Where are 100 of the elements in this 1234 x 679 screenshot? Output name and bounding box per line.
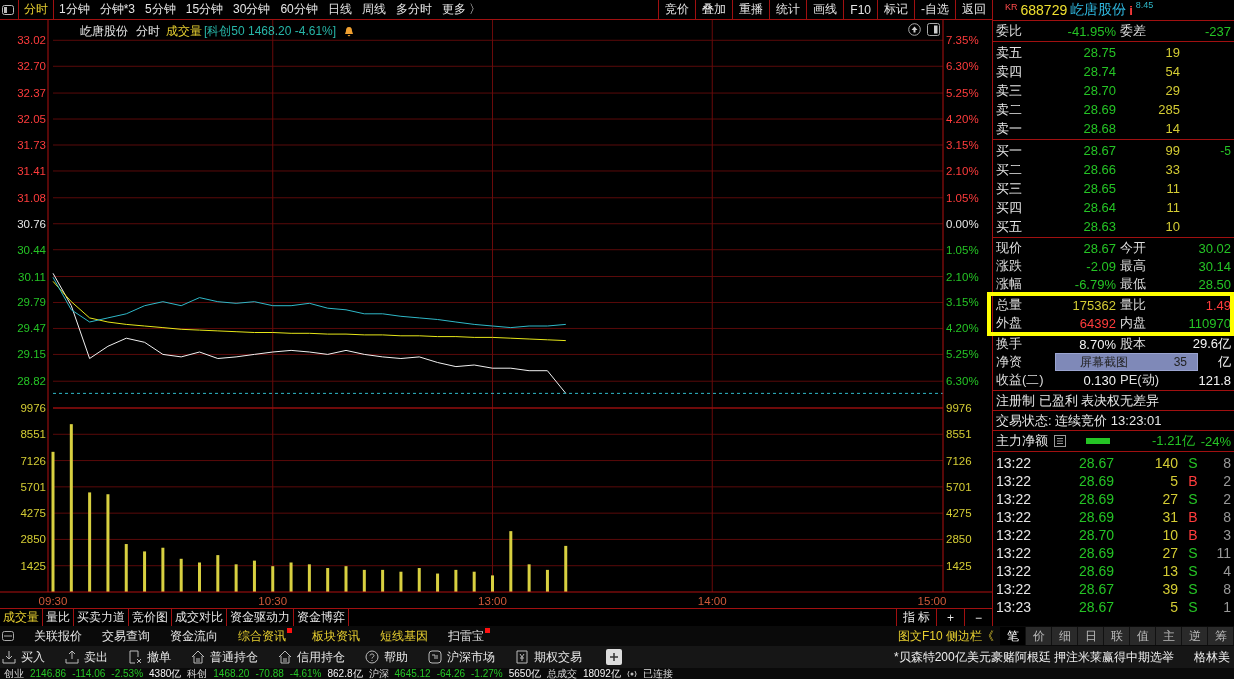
order-level-label: 卖三 — [996, 81, 1023, 100]
toolbar-button[interactable]: F10 — [843, 0, 877, 19]
period-tab[interactable]: 周线 — [356, 0, 391, 19]
side-tab[interactable]: 主 — [1156, 627, 1182, 645]
quote-value: 29.6亿 — [1192, 335, 1231, 353]
nav-link[interactable]: 扫雷宝 — [448, 627, 484, 645]
toolbar-button[interactable]: 统计 — [769, 0, 807, 19]
toolbar-button[interactable]: -自选 — [914, 0, 955, 19]
percent-axis-label: 6.30% — [946, 375, 979, 388]
trade-button[interactable]: 沪深市场 — [428, 648, 495, 666]
percent-axis-label: 0.00% — [946, 217, 979, 230]
period-tab[interactable]: 分钟*3 — [94, 0, 141, 19]
tick-count: 8 — [1223, 509, 1231, 525]
sidebar-link[interactable]: 图文F10 侧边栏《 — [898, 627, 994, 645]
period-tab[interactable]: 日线 — [322, 0, 357, 19]
info-link[interactable]: i — [1129, 2, 1133, 18]
order-volume: 285 — [1158, 102, 1180, 117]
trade-button[interactable]: 信用持仓 — [278, 648, 345, 666]
trade-button[interactable]: 买入 — [2, 648, 45, 666]
nav-link[interactable]: 短线基因 — [380, 627, 428, 645]
status-item: 总成交 — [546, 668, 577, 679]
side-tab[interactable]: 价 — [1026, 627, 1052, 645]
side-tab[interactable]: 值 — [1130, 627, 1156, 645]
quote-label: 最高 — [1119, 257, 1147, 275]
price-axis-label: 29.15 — [17, 348, 46, 361]
news-stock[interactable]: 格林美 — [1194, 648, 1230, 666]
toolbar-button[interactable]: 画线 — [806, 0, 844, 19]
tick-price: 28.70 — [1078, 527, 1114, 543]
tick-time: 13:22 — [996, 509, 1033, 525]
tick-time: 13:23 — [996, 599, 1033, 615]
toolbar-button[interactable]: 竞价 — [658, 0, 696, 19]
quote-label: 涨跌 — [996, 257, 1023, 275]
tick-volume: 140 — [1154, 455, 1178, 471]
order-volume: 99 — [1165, 143, 1180, 158]
price-axis-label: 29.79 — [17, 296, 46, 309]
quote-value: 121.8 — [1198, 372, 1231, 388]
nav-link[interactable]: 交易查询 — [102, 627, 150, 645]
period-tab[interactable]: 多分时 — [390, 0, 437, 19]
side-tab[interactable]: 细 — [1052, 627, 1078, 645]
tick-time: 13:22 — [996, 491, 1033, 507]
status-item: 5650亿 — [508, 668, 541, 679]
side-tab[interactable]: 逆 — [1182, 627, 1208, 645]
nav-link[interactable]: 板块资讯 — [312, 627, 360, 645]
trade-status: 交易状态: 连续竞价 13:23:01 — [993, 411, 1234, 431]
nav-link[interactable]: 综合资讯 — [238, 627, 286, 645]
tick-count: 4 — [1223, 563, 1231, 579]
quote-value: 亿 — [1218, 353, 1231, 371]
order-price: 28.69 — [1083, 102, 1116, 117]
quote-value: 0.130 — [1083, 372, 1116, 388]
tick-side: B — [1187, 509, 1199, 525]
time-axis-label: 13:00 — [478, 595, 507, 607]
tick-price: 28.69 — [1078, 491, 1114, 507]
tick-count: 3 — [1223, 527, 1231, 543]
period-tab[interactable]: 15分钟 — [180, 0, 229, 19]
tooltip-number: 35 — [1173, 355, 1187, 369]
side-tab[interactable]: 笔 — [1000, 627, 1026, 645]
nav-link[interactable]: 资金流向 — [170, 627, 218, 645]
price-axis-label: 31.41 — [17, 165, 46, 177]
period-tab[interactable]: 1分钟 — [54, 0, 95, 19]
tooltip-text: 屏幕截图 — [1080, 353, 1128, 371]
stock-name: 屹唐股份 — [1070, 1, 1127, 19]
trade-button[interactable]: 撤单 — [128, 648, 171, 666]
period-tab[interactable]: 60分钟 — [275, 0, 323, 19]
trade-button[interactable]: 期权交易 — [515, 648, 582, 666]
toolbar-button[interactable]: 叠加 — [695, 0, 733, 19]
order-volume: 10 — [1165, 219, 1180, 234]
tick-price: 28.69 — [1078, 473, 1114, 489]
quote-label: 今开 — [1119, 239, 1147, 257]
toolbar-button[interactable]: 标记 — [877, 0, 914, 19]
order-price: 28.74 — [1083, 64, 1116, 79]
order-price: 28.64 — [1083, 200, 1116, 215]
order-price: 28.68 — [1083, 121, 1116, 136]
time-axis-label: 09:30 — [38, 595, 68, 607]
toolbar-button[interactable]: 返回 — [955, 0, 992, 19]
stock-name: 屹唐股份 — [80, 23, 128, 40]
order-level-label: 买五 — [996, 217, 1023, 236]
stock-tags: 注册制 已盈利 表决权无差异 — [993, 391, 1234, 411]
side-tab[interactable]: 筹 — [1208, 627, 1234, 645]
percent-axis-label: 6.30% — [946, 60, 979, 73]
quote-value: 110970 — [1188, 315, 1231, 331]
period-tab[interactable]: 5分钟 — [140, 0, 181, 19]
quote-label: 外盘 — [996, 314, 1023, 332]
toolbar-button[interactable]: 重播 — [732, 0, 770, 19]
period-tab[interactable]: 30分钟 — [228, 0, 276, 19]
tick-side: B — [1187, 473, 1199, 489]
period-tab[interactable]: 分时 — [18, 0, 54, 19]
side-tab[interactable]: 联 — [1104, 627, 1130, 645]
tick-side: S — [1187, 581, 1199, 597]
volume-axis-label: 4275 — [946, 507, 972, 520]
side-tab[interactable]: 日 — [1078, 627, 1104, 645]
volume-axis-label: 1425 — [20, 559, 46, 572]
volume-axis-label: 7126 — [20, 454, 46, 467]
period-tab[interactable]: 更多 〉 — [436, 0, 487, 19]
order-level-label: 卖五 — [996, 43, 1023, 62]
trade-button[interactable]: 普通持仓 — [191, 648, 258, 666]
nav-link[interactable]: 关联报价 — [34, 627, 82, 645]
trade-button[interactable]: 卖出 — [65, 648, 108, 666]
percent-axis-label: 3.15% — [946, 139, 979, 151]
news-ticker[interactable]: *贝森特200亿美元豪赌阿根廷 押注米莱赢得中期选举 — [893, 648, 1174, 666]
trade-button[interactable]: 帮助 — [365, 648, 408, 666]
